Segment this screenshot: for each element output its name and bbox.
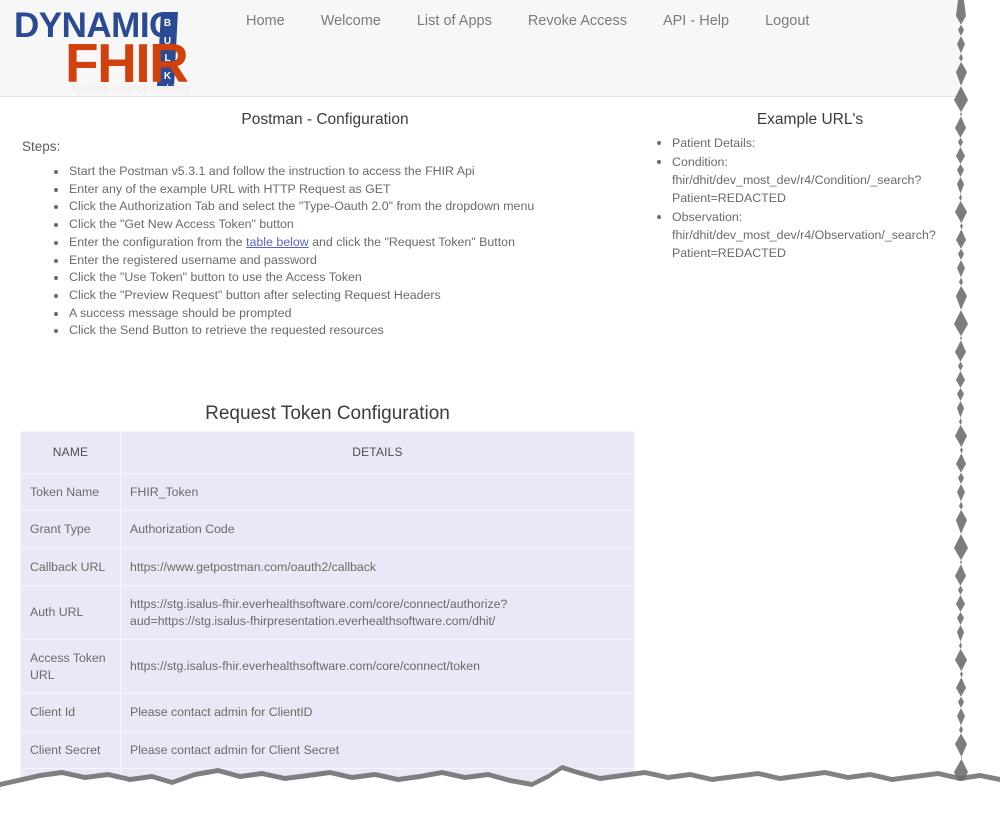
example-urls-list: Patient Details: Condition: fhir/dhit/de… [655,134,960,263]
table-row: Client Id Please contact admin for Clien… [20,693,635,732]
cell-name: Grant Type [20,510,121,549]
table-below-link[interactable]: table below [246,235,309,249]
table-row: Scope openid patient/*.read [20,768,635,782]
step-item: Click the Send Button to retrieve the re… [52,322,642,340]
step-text-after: and click the "Request Token" Button [308,234,515,249]
cell-name: Callback URL [20,547,121,586]
cell-name: Access Token URL [20,639,121,694]
cell-details: https://stg.isalus-fhir.everhealthsoftwa… [120,585,635,640]
table-title: Request Token Configuration [205,403,450,424]
step-item: Enter the registered username and passwo… [52,252,642,270]
example-url-item: Observation: fhir/dhit/dev_most_dev/r4/O… [655,208,960,262]
cell-details: openid patient/*.read [120,768,635,782]
cell-details: https://stg.isalus-fhir.everhealthsoftwa… [120,639,635,694]
cell-name: Client Id [20,693,121,732]
nav-item-api-help[interactable]: API - Help [645,13,747,29]
cell-details: Please contact admin for ClientID [120,693,635,732]
nav-item-logout[interactable]: Logout [747,13,827,29]
column-header-details: DETAILS [120,431,635,474]
cell-name: Auth URL [20,585,121,640]
steps-list: Start the Postman v5.3.1 and follow the … [52,163,642,340]
cell-name: Scope [20,768,121,782]
cell-details: Authorization Code [120,510,635,549]
table-header-row: NAME DETAILS [20,431,635,474]
step-item: Click the Authorization Tab and select t… [52,198,642,216]
table-row: Token Name FHIR_Token [20,472,635,511]
step-item-with-link: Enter the configuration from the table b… [52,234,642,252]
cell-details: Please contact admin for Client Secret [120,730,635,769]
table-row: Grant Type Authorization Code [20,510,635,549]
step-item: Start the Postman v5.3.1 and follow the … [52,163,642,181]
page-root: DYNAMIC FHIR BULK Igniting Interoperabil… [0,0,1000,817]
table-row: Client Secret Please contact admin for C… [20,730,635,769]
cell-name: Token Name [20,472,121,511]
torn-paper-surface: DYNAMIC FHIR BULK Igniting Interoperabil… [0,0,960,782]
table-row: Callback URL https://www.getpostman.com/… [20,547,635,586]
logo-text-bulk: BULK [163,18,172,82]
example-urls-title: Example URL's [756,111,864,128]
steps-label: Steps: [22,139,61,154]
site-header: DYNAMIC FHIR BULK Igniting Interoperabil… [0,0,960,97]
cell-details: https://www.getpostman.com/oauth2/callba… [120,547,635,586]
step-text-before: Enter the configuration from the [69,234,247,249]
main-navigation: Home Welcome List of Apps Revoke Access … [228,13,827,29]
table-row: Access Token URL https://stg.isalus-fhir… [20,639,635,694]
nav-item-welcome[interactable]: Welcome [303,13,399,29]
table-row: Auth URL https://stg.isalus-fhir.everhea… [20,585,635,640]
request-token-configuration-table: NAME DETAILS Token Name FHIR_Token Grant… [20,431,635,782]
column-header-name: NAME [20,431,121,474]
nav-item-list-of-apps[interactable]: List of Apps [399,13,510,29]
nav-item-home[interactable]: Home [228,13,303,29]
step-item: A success message should be prompted [52,305,642,323]
step-item: Click the "Use Token" button to use the … [52,269,642,287]
example-url-item: Patient Details: [655,134,960,152]
step-item: Click the "Get New Access Token" button [52,216,642,234]
cell-name: Client Secret [20,730,121,769]
nav-item-revoke-access[interactable]: Revoke Access [510,13,645,29]
site-logo[interactable]: DYNAMIC FHIR BULK Igniting Interoperabil… [14,4,229,96]
example-url-item: Condition: fhir/dhit/dev_most_dev/r4/Con… [655,153,960,207]
logo-tagline: Igniting Interoperability [72,83,191,95]
step-item: Click the "Preview Request" button after… [52,287,642,305]
postman-section-title: Postman - Configuration [241,111,409,128]
step-item: Enter any of the example URL with HTTP R… [52,181,642,199]
cell-details: FHIR_Token [120,472,635,511]
